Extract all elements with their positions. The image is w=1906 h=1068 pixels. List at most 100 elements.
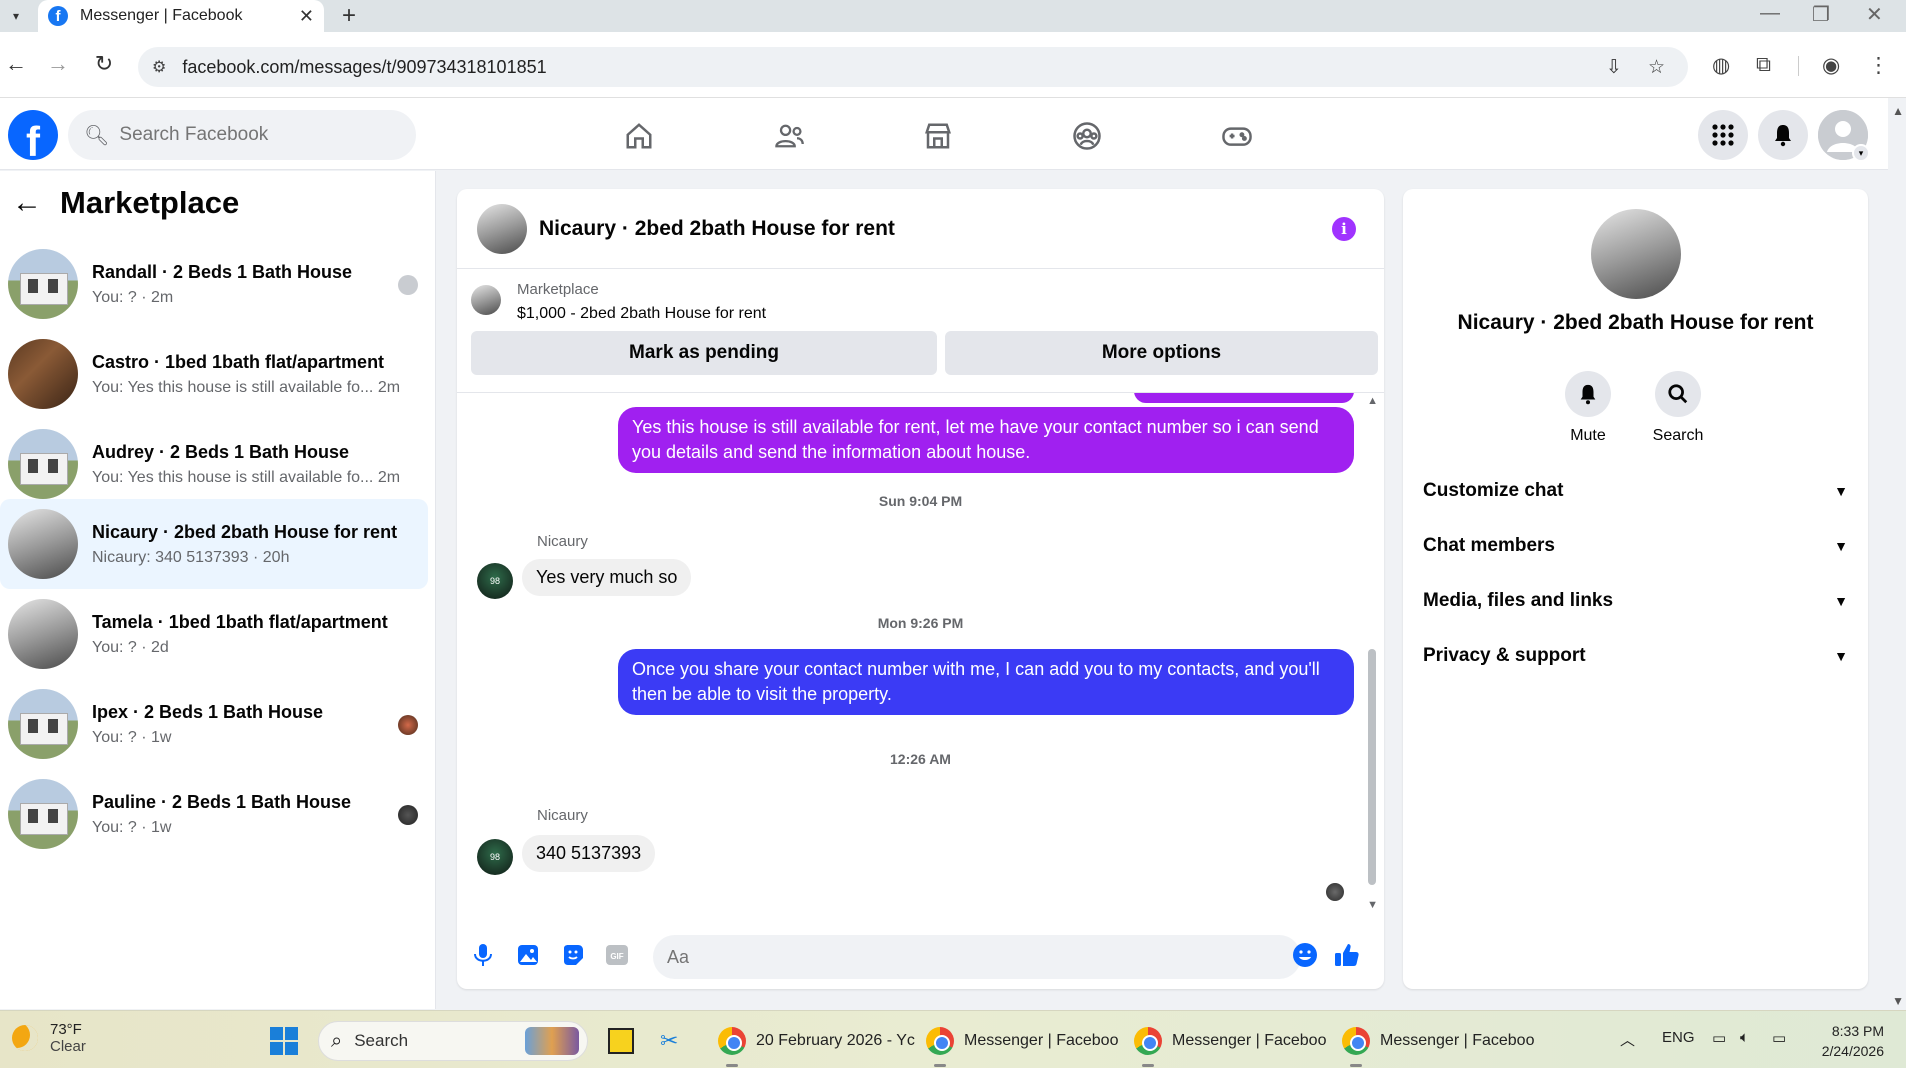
taskbar-chrome-app[interactable]: Messenger | Faceboo	[926, 1025, 1118, 1067]
media-files-links-section[interactable]: Media, files and links ▼	[1423, 579, 1848, 623]
snipping-tool-icon[interactable]: ✂	[660, 1025, 678, 1057]
show-hidden-icons-chevron-icon[interactable]: ︿	[1620, 1029, 1635, 1050]
back-arrow-icon[interactable]: ←	[0, 48, 32, 80]
taskbar-chrome-app[interactable]: 20 February 2026 - Yc	[718, 1025, 915, 1067]
emoji-icon[interactable]	[1291, 941, 1319, 969]
windows-taskbar: 73°F Clear ⌕ Search ✂ 20 February 2026 -…	[0, 1010, 1906, 1068]
mark-as-pending-button[interactable]: Mark as pending	[471, 331, 937, 375]
system-clock[interactable]: 8:33 PM 2/24/2026	[1822, 1021, 1884, 1061]
forward-arrow-icon[interactable]: →	[42, 48, 74, 80]
listing-thumbnail[interactable]	[471, 285, 501, 315]
address-bar[interactable]: ⚙ facebook.com/messages/t/90973431810185…	[138, 47, 1688, 87]
conversation-preview: You: ? · 1w	[92, 818, 172, 836]
back-arrow-icon[interactable]: ←	[12, 186, 42, 220]
reload-icon[interactable]: ↻	[88, 48, 120, 80]
facebook-logo-icon[interactable]: f	[8, 110, 58, 160]
marketplace-icon[interactable]	[918, 116, 958, 156]
running-indicator	[1142, 1064, 1154, 1067]
more-options-button[interactable]: More options	[945, 331, 1378, 375]
volume-icon[interactable]: 🔈︎	[1740, 1029, 1749, 1046]
facebook-search-input[interactable]	[119, 124, 400, 146]
kebab-menu-icon[interactable]: ⋮	[1868, 53, 1889, 78]
taskbar-chrome-app[interactable]: Messenger | Faceboo	[1342, 1025, 1534, 1067]
tab-close-icon[interactable]: ✕	[299, 6, 314, 27]
facebook-search[interactable]: 🔍︎	[68, 110, 416, 160]
sticker-icon[interactable]	[559, 941, 587, 969]
weather-widget[interactable]: 73°F Clear	[12, 1021, 86, 1055]
running-indicator	[934, 1064, 946, 1067]
taskbar-app-label: Messenger | Faceboo	[1172, 1032, 1327, 1049]
input-language[interactable]: ENG	[1662, 1029, 1695, 1046]
globe-icon[interactable]: ◍	[1712, 53, 1730, 78]
account-avatar[interactable]: ▾	[1818, 110, 1870, 162]
photo-icon[interactable]	[514, 941, 542, 969]
thumbs-up-icon[interactable]	[1333, 941, 1361, 969]
home-icon[interactable]	[619, 116, 659, 156]
site-info-icon[interactable]: ⚙	[152, 57, 166, 77]
chat-scrollbar-thumb[interactable]	[1368, 649, 1376, 885]
tab-search-chevron-icon[interactable]: ▾	[6, 6, 26, 26]
profile-icon[interactable]: ◉	[1822, 53, 1840, 78]
menu-grid-icon[interactable]	[1698, 110, 1748, 160]
chevron-down-icon: ▼	[1834, 593, 1848, 609]
message-timestamp: Sun 9:04 PM	[878, 493, 963, 509]
conversation-item-active[interactable]: Nicaury · 2bed 2bath House for rent Nicau…	[0, 499, 428, 589]
chat-members-section[interactable]: Chat members ▼	[1423, 524, 1848, 568]
friends-icon[interactable]	[769, 116, 809, 156]
sender-avatar[interactable]: 98	[477, 563, 513, 599]
taskbar-search[interactable]: ⌕ Search	[318, 1021, 588, 1061]
windows-start-icon[interactable]	[270, 1027, 298, 1055]
conversation-preview: You: Yes this house is still available f…	[92, 468, 401, 486]
conversation-item[interactable]: Tamela · 1bed 1bath flat/apartment You: ?…	[0, 589, 428, 679]
bookmark-star-icon[interactable]: ☆	[1648, 47, 1665, 87]
conversation-info-title: Nicaury · 2bed 2bath House for rent	[1457, 311, 1814, 334]
running-indicator	[726, 1064, 738, 1067]
extensions-puzzle-icon[interactable]: ⧉	[1756, 53, 1771, 77]
listing-thumbnail	[8, 509, 78, 579]
conversation-item[interactable]: Randall · 2 Beds 1 Bath House You: ? · 2m	[0, 239, 428, 329]
chat-avatar[interactable]	[477, 203, 527, 254]
sticky-notes-icon[interactable]	[608, 1025, 634, 1057]
mute-action[interactable]: Mute	[1548, 371, 1628, 445]
account-chevron-icon[interactable]: ▾	[1852, 144, 1870, 162]
chat-scroll-up-icon[interactable]: ▲	[1367, 395, 1378, 407]
conversation-preview: Nicaury: 340 5137393 · 20h	[92, 548, 290, 566]
sender-name: Nicaury	[537, 807, 588, 824]
conversation-item[interactable]: Castro · 1bed 1bath flat/apartment You: Y…	[0, 329, 428, 419]
message-bubble-incoming: Yes very much so	[522, 559, 692, 596]
chat-scroll-down-icon[interactable]: ▼	[1367, 899, 1378, 911]
browser-tab[interactable]: f Messenger | Facebook ✕	[38, 0, 324, 32]
taskbar-chrome-app[interactable]: Messenger | Faceboo	[1134, 1025, 1327, 1067]
message-input[interactable]	[653, 935, 1301, 979]
sidebar-title: Marketplace	[60, 185, 240, 220]
customize-chat-section[interactable]: Customize chat ▼	[1423, 469, 1848, 513]
sender-avatar[interactable]: 98	[477, 839, 513, 875]
privacy-support-section[interactable]: Privacy & support ▼	[1423, 634, 1848, 678]
install-app-icon[interactable]: ⇩	[1606, 47, 1622, 87]
page-scroll-down-icon[interactable]: ▼	[1892, 994, 1904, 1008]
conversation-avatar-large[interactable]	[1591, 209, 1681, 299]
chat-title[interactable]: Nicaury · 2bed 2bath House for rent	[539, 217, 895, 241]
search-action[interactable]: Search	[1638, 371, 1718, 445]
conversation-item[interactable]: Audrey · 2 Beds 1 Bath House You: Yes thi…	[0, 419, 428, 509]
gif-icon[interactable]: GIF	[603, 941, 631, 969]
conversation-item[interactable]: Pauline · 2 Beds 1 Bath House You: ? · 1w	[0, 769, 428, 859]
page-scroll-up-icon[interactable]: ▲	[1892, 104, 1904, 118]
info-icon[interactable]: i	[1332, 217, 1356, 241]
gaming-icon[interactable]	[1217, 116, 1257, 156]
message-timestamp: Mon 9:26 PM	[877, 615, 964, 631]
network-icon[interactable]: ▭	[1712, 1029, 1726, 1047]
minimize-icon[interactable]: —	[1760, 2, 1780, 25]
search-icon[interactable]	[1655, 371, 1701, 417]
microphone-icon[interactable]	[469, 941, 497, 969]
new-tab-icon[interactable]: +	[342, 2, 356, 30]
battery-icon[interactable]: ▭	[1772, 1029, 1786, 1047]
listing-price-title[interactable]: $1,000 - 2bed 2bath House for rent	[517, 305, 766, 323]
conversation-info-panel: Nicaury · 2bed 2bath House for rent Mute…	[1403, 189, 1868, 989]
notifications-bell-icon[interactable]	[1758, 110, 1808, 160]
conversation-item[interactable]: Ipex · 2 Beds 1 Bath House You: ? · 1w	[0, 679, 428, 769]
groups-icon[interactable]	[1067, 116, 1107, 156]
bell-icon[interactable]	[1565, 371, 1611, 417]
restore-icon[interactable]: ❐	[1812, 2, 1830, 27]
window-close-icon[interactable]: ✕	[1866, 2, 1883, 27]
